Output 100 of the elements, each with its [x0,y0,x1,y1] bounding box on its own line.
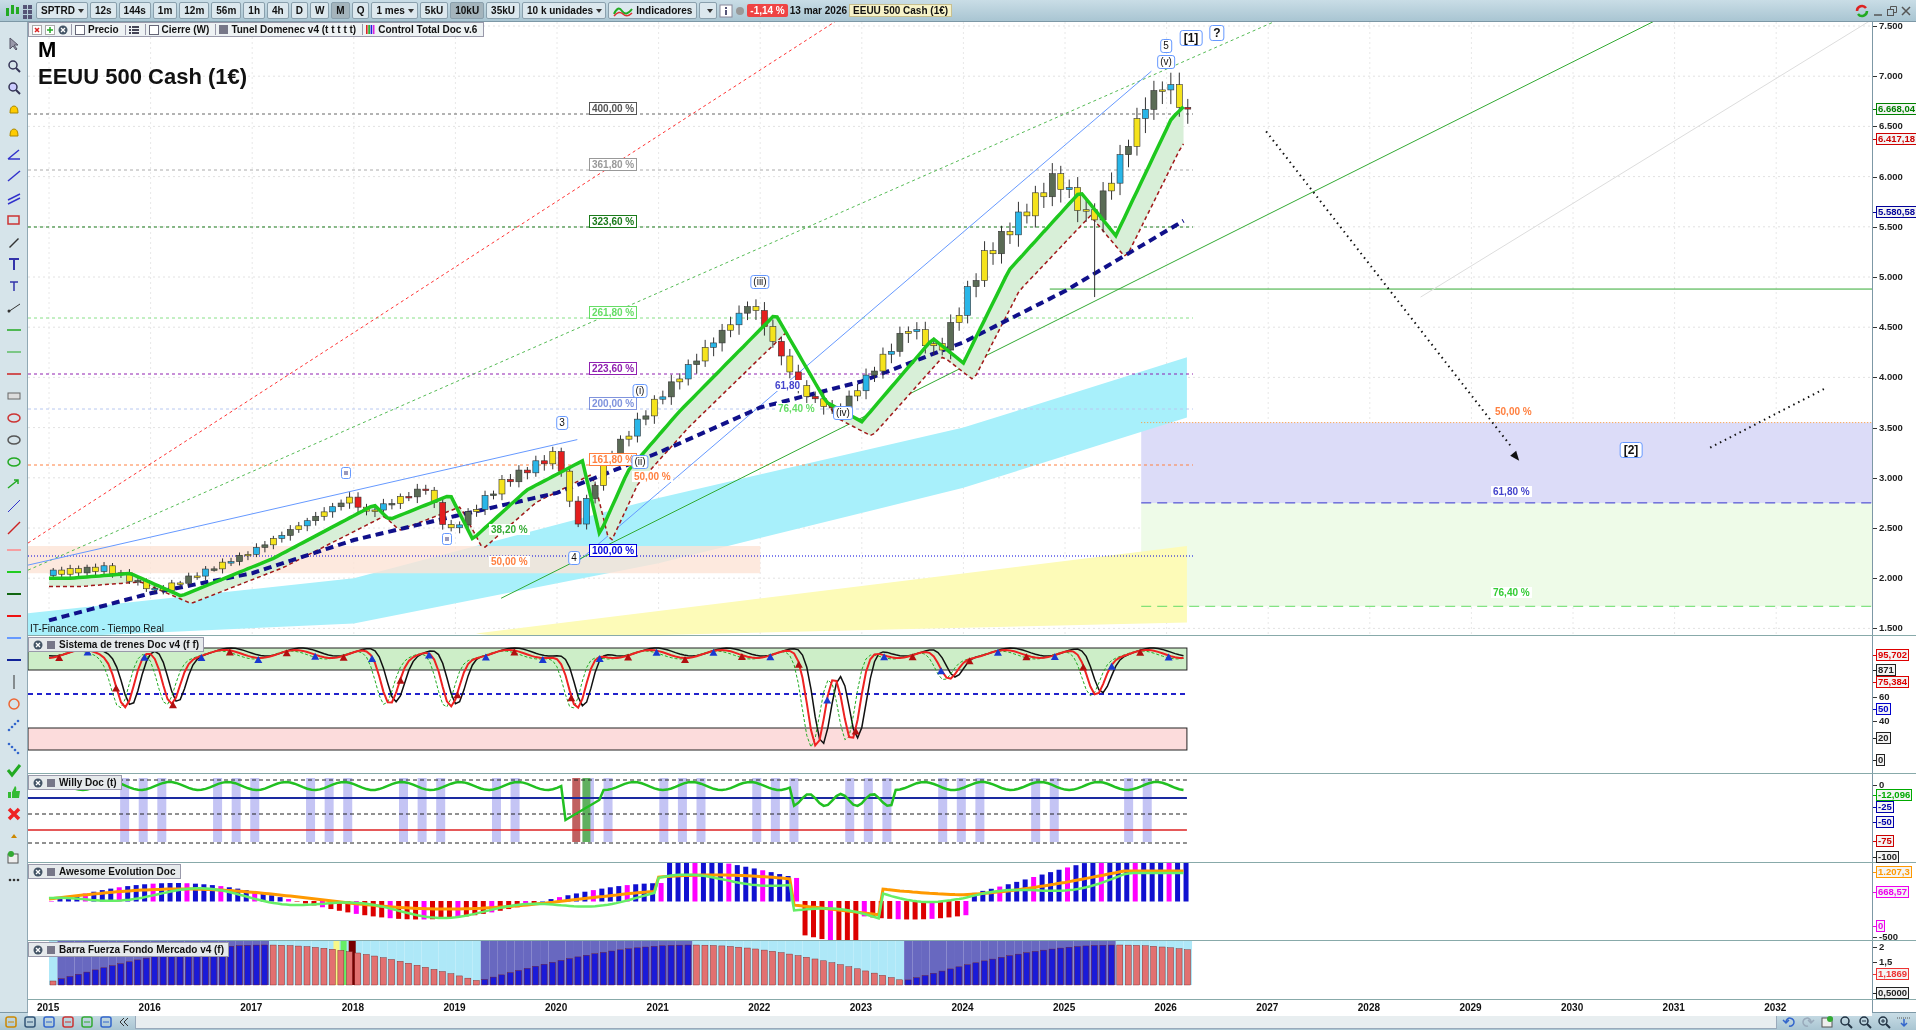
legend-label: Control Total Doc v.6 [378,24,478,35]
wave-label: 3 [556,416,568,430]
diagonal-line-icon[interactable] [5,498,22,514]
menu-dropdown[interactable] [699,2,718,19]
timeframe-button[interactable]: 4h [267,2,289,19]
wave-label: (iv) [833,406,853,420]
ellipse-icon[interactable] [5,432,22,448]
refresh-icon[interactable] [1854,2,1870,19]
axis-label: -500 [1879,931,1898,943]
info-icon[interactable] [719,3,734,18]
close-icon[interactable] [33,639,43,650]
checkbox[interactable] [75,24,85,35]
legend-item[interactable]: Precio [71,24,122,35]
wave-label: [2] [1619,442,1643,458]
timeframe-button[interactable]: 144s [118,2,151,19]
cross-icon[interactable] [5,806,22,822]
axis-label: 2015 [37,1002,60,1013]
timeframe-button[interactable]: D [290,2,308,19]
units-button[interactable]: 35kU [486,2,520,19]
axis-label: 2026 [1154,1002,1177,1013]
timeframe-button[interactable]: 1m [152,2,178,19]
axis-label: 2032 [1764,1002,1787,1013]
timeframe-button[interactable]: M [331,2,350,19]
zoom-icon[interactable] [5,80,22,96]
close-icon[interactable] [33,866,43,877]
axis-label: 2029 [1459,1002,1482,1013]
timeframe-label: M [38,38,57,62]
wave-label: (v) [1157,55,1175,69]
angle-line-icon[interactable] [5,146,22,162]
chart-settings-icon[interactable] [5,850,22,866]
price-change-badge: -1,14 % [747,4,788,17]
price-tag: 6.668,04 [1876,103,1916,115]
axis-label: 2023 [849,1002,873,1013]
axis-label: 2019 [443,1002,466,1013]
price-tag: -75 [1876,835,1894,847]
thumbs-up-icon[interactable] [5,784,22,800]
target-icon[interactable] [5,696,22,712]
close-icon[interactable] [1900,4,1912,17]
diagonal-line-icon[interactable] [5,520,22,536]
timeframe-button[interactable]: 12m [179,2,210,19]
checkbox[interactable] [148,24,159,35]
zoom-fit-icon[interactable] [1839,1014,1853,1029]
axis-label: 2.000 [1879,572,1903,585]
zoom-in-icon[interactable] [1877,1014,1891,1029]
wave-label: ? [1209,25,1225,41]
axis-label: 1.500 [1879,622,1903,635]
axis-label: 2030 [1561,1002,1584,1013]
channel-icon[interactable] [5,190,22,206]
units-button[interactable]: 5kU [419,2,449,19]
price-tag: 668,57 [1876,886,1910,898]
fib-level-label: 38,20 % [489,524,530,535]
remove-icon[interactable] [32,24,42,35]
units-dropdown[interactable]: 10 k unidades [522,2,607,19]
price-tag: 20 [1876,732,1891,744]
double-left-arrow-icon[interactable] [118,1015,130,1028]
price-tag: 0,5000 [1876,987,1910,999]
fib-level-label: 100,00 % [589,544,638,557]
units-button[interactable]: 10kU [450,2,485,19]
trend-line-icon[interactable] [5,168,22,184]
fib-level-label: 50,00 % [632,471,673,482]
restore-icon[interactable] [1886,4,1898,17]
zoom-out-icon[interactable] [1858,1014,1872,1029]
fib-level-label: 323,60 % [589,215,638,228]
check-icon[interactable] [5,762,22,778]
axis-label: 2025 [1053,1002,1076,1013]
instrument-label: EEUU 500 Cash (1€) [849,4,953,17]
ellipse-icon[interactable] [5,410,22,426]
legend-item[interactable]: Cierre (W) [144,24,213,35]
fib-level-label: 261,80 % [589,306,638,319]
price-tag: 75,384 [1876,676,1910,688]
indicator-title: Willy Doc (t) [59,777,117,788]
fib-level-label: 76,40 % [776,403,817,414]
dots-icon[interactable] [5,718,22,734]
zoom-icon[interactable] [5,58,22,74]
close-icon[interactable] [33,777,43,788]
axis-label: 5.000 [1879,271,1903,283]
fib-level-label: 200,00 % [589,397,638,410]
timeframe-button[interactable]: 1h [243,2,265,19]
timeframe-button[interactable]: 12s [89,2,117,19]
dots-icon[interactable] [5,740,22,756]
grid-icon[interactable] [22,2,34,19]
symbol-dropdown[interactable]: SPTRD [36,2,88,19]
square-icon [47,945,55,954]
date-text: 13 mar 2026 [789,5,848,16]
timeframe-button[interactable]: Q [351,2,370,19]
axis-label: 2 [1879,941,1885,953]
timeframe-button[interactable]: W [309,2,330,19]
chart-settings-icon[interactable] [1820,1014,1834,1029]
timeframe-button[interactable]: 56m [211,2,242,19]
period-dropdown[interactable]: 1 mes [371,2,418,19]
undo-icon[interactable] [1782,1014,1796,1029]
axis-label: 2028 [1357,1002,1381,1013]
rectangle-icon[interactable] [5,212,22,228]
close-icon[interactable] [33,944,43,955]
fib-level-label: 400,00 % [589,102,638,115]
download-icon[interactable] [1896,1014,1912,1029]
close-icon[interactable] [58,24,68,35]
price-tag: 95,702 [1876,649,1910,661]
axis-label: 6.500 [1879,120,1903,133]
indicators-button[interactable]: Indicadores [608,2,698,19]
